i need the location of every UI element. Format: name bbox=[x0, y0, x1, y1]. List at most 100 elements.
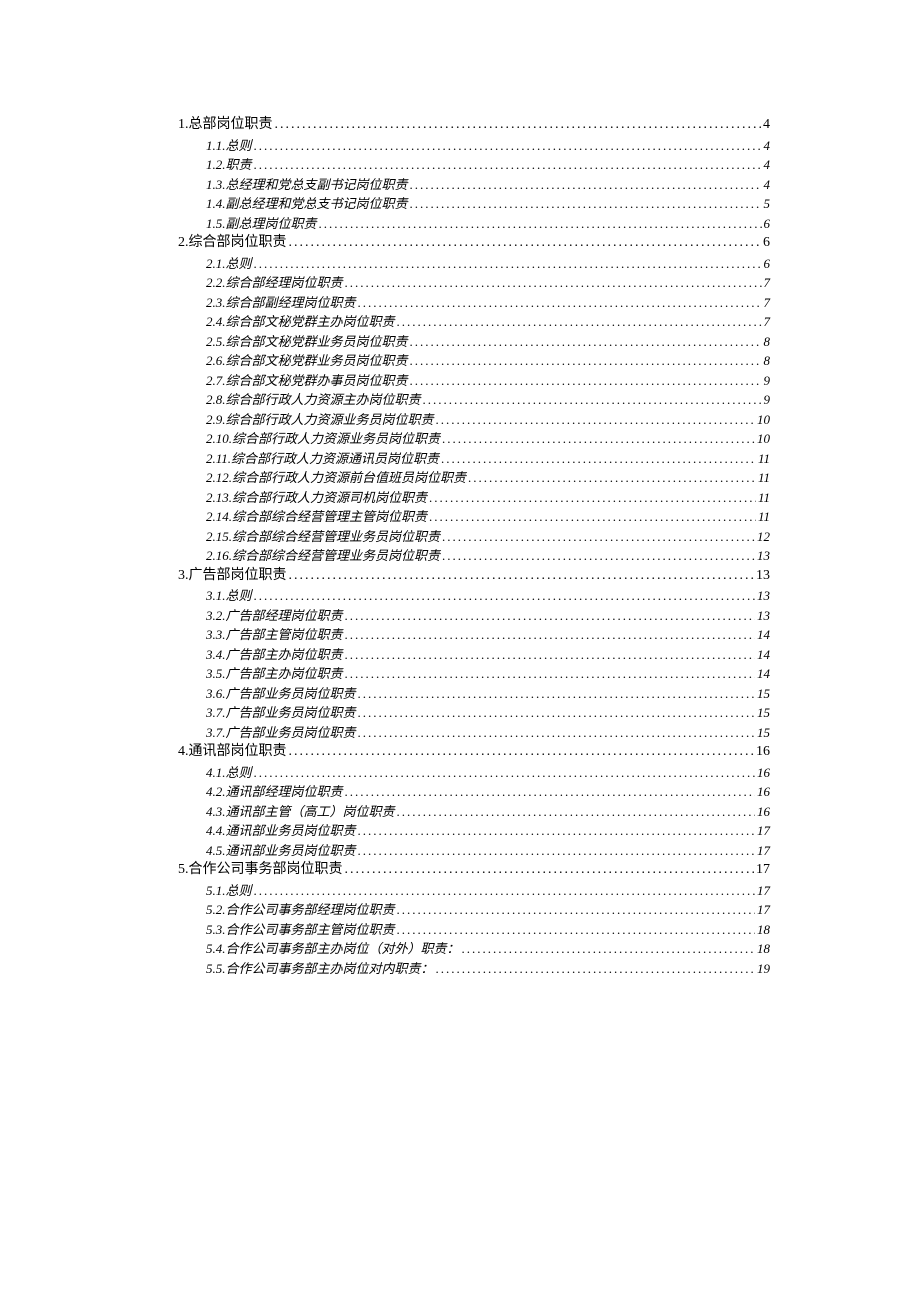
toc-page-number: 16 bbox=[756, 745, 770, 759]
toc-entry[interactable]: 2.10.综合部行政人力资源业务员岗位职责10 bbox=[206, 432, 770, 445]
toc-entry[interactable]: 2.16.综合部综合经营管理业务员岗位职责13 bbox=[206, 549, 770, 562]
toc-entry[interactable]: 4.1.总则16 bbox=[206, 766, 770, 779]
toc-leader-dots bbox=[397, 805, 755, 818]
toc-entry[interactable]: 2.14.综合部综合经营管理主管岗位职责11 bbox=[206, 510, 770, 523]
toc-title: 5.4.合作公司事务部主办岗位（对外）职责： bbox=[206, 942, 460, 955]
toc-page-number: 6 bbox=[763, 236, 770, 250]
toc-entry[interactable]: 2.5.综合部文秘党群业务员岗位职责8 bbox=[206, 335, 770, 348]
toc-entry[interactable]: 3.5.广告部主办岗位职责14 bbox=[206, 667, 770, 680]
toc-leader-dots bbox=[358, 726, 755, 739]
toc-entry[interactable]: 2.1.总则6 bbox=[206, 257, 770, 270]
toc-title: 3.6.广告部业务员岗位职责 bbox=[206, 687, 356, 700]
toc-leader-dots bbox=[410, 374, 762, 387]
toc-entry[interactable]: 2.6.综合部文秘党群业务员岗位职责8 bbox=[206, 354, 770, 367]
toc-title: 2.8.综合部行政人力资源主办岗位职责 bbox=[206, 393, 421, 406]
toc-title: 3.3.广告部主管岗位职责 bbox=[206, 628, 343, 641]
toc-entry[interactable]: 3.广告部岗位职责13 bbox=[178, 569, 770, 583]
toc-entry[interactable]: 2.13.综合部行政人力资源司机岗位职责11 bbox=[206, 491, 770, 504]
toc-leader-dots bbox=[319, 217, 762, 230]
toc-title: 2.15.综合部综合经营管理业务员岗位职责 bbox=[206, 530, 440, 543]
toc-entry[interactable]: 5.4.合作公司事务部主办岗位（对外）职责：18 bbox=[206, 942, 770, 955]
toc-entry[interactable]: 1.4.副总经理和党总支书记岗位职责5 bbox=[206, 197, 770, 210]
toc-entry[interactable]: 2.12.综合部行政人力资源前台值班员岗位职责11 bbox=[206, 471, 770, 484]
toc-leader-dots bbox=[358, 687, 755, 700]
toc-entry[interactable]: 2.7.综合部文秘党群办事员岗位职责9 bbox=[206, 374, 770, 387]
toc-entry[interactable]: 5.3.合作公司事务部主管岗位职责18 bbox=[206, 923, 770, 936]
toc-entry[interactable]: 2.11.综合部行政人力资源通讯员岗位职责11 bbox=[206, 452, 770, 465]
toc-entry[interactable]: 3.1.总则 13 bbox=[206, 589, 770, 602]
toc-page-number: 16 bbox=[757, 785, 770, 798]
toc-page-number: 17 bbox=[757, 884, 770, 897]
toc-title: 3.4.广告部主办岗位职责 bbox=[206, 648, 343, 661]
toc-leader-dots bbox=[254, 589, 755, 602]
toc-page-number: 17 bbox=[756, 863, 770, 877]
toc-leader-dots bbox=[397, 923, 755, 936]
toc-leader-dots bbox=[345, 609, 755, 622]
toc-page-number: 13 bbox=[756, 569, 770, 583]
toc-entry[interactable]: 4.2.通讯部经理岗位职责16 bbox=[206, 785, 770, 798]
toc-entry[interactable]: 4.5.通讯部业务员岗位职责17 bbox=[206, 844, 770, 857]
toc-entry[interactable]: 1.2.职责4 bbox=[206, 158, 770, 171]
toc-leader-dots bbox=[442, 432, 755, 445]
toc-entry[interactable]: 2.4.综合部文秘党群主办岗位职责7 bbox=[206, 315, 770, 328]
toc-leader-dots bbox=[410, 197, 762, 210]
toc-leader-dots bbox=[441, 452, 756, 465]
toc-title: 3.1.总则 bbox=[206, 589, 252, 602]
toc-title: 1.1.总则 bbox=[206, 139, 252, 152]
toc-entry[interactable]: 1.5.副总理岗位职责6 bbox=[206, 217, 770, 230]
toc-page-number: 5 bbox=[764, 197, 771, 210]
toc-entry[interactable]: 5.5.合作公司事务部主办岗位对内职责：19 bbox=[206, 962, 770, 975]
toc-leader-dots bbox=[358, 706, 755, 719]
toc-page-number: 15 bbox=[757, 687, 770, 700]
toc-entry[interactable]: 3.4.广告部主办岗位职责 14 bbox=[206, 648, 770, 661]
toc-entry[interactable]: 3.6.广告部业务员岗位职责 15 bbox=[206, 687, 770, 700]
toc-title: 1.5.副总理岗位职责 bbox=[206, 217, 317, 230]
toc-title: 2.2.综合部经理岗位职责 bbox=[206, 276, 343, 289]
toc-leader-dots bbox=[345, 785, 755, 798]
toc-leader-dots bbox=[442, 549, 755, 562]
toc-entry[interactable]: 3.7.广告部业务员岗位职责 15 bbox=[206, 706, 770, 719]
toc-entry[interactable]: 1.1.总则4 bbox=[206, 139, 770, 152]
toc-page-number: 13 bbox=[757, 589, 770, 602]
toc-entry[interactable]: 2.综合部岗位职责6 bbox=[178, 236, 770, 250]
toc-leader-dots bbox=[358, 824, 755, 837]
toc-entry[interactable]: 3.7.广告部业务员岗位职责15 bbox=[206, 726, 770, 739]
toc-leader-dots bbox=[289, 569, 755, 583]
toc-page-number: 4 bbox=[764, 178, 771, 191]
toc-entry[interactable]: 2.8.综合部行政人力资源主办岗位职责9 bbox=[206, 393, 770, 406]
toc-title: 1.3.总经理和党总支副书记岗位职责 bbox=[206, 178, 408, 191]
toc-entry[interactable]: 2.3.综合部副经理岗位职责7 bbox=[206, 296, 770, 309]
toc-leader-dots bbox=[254, 766, 755, 779]
toc-page-number: 19 bbox=[757, 962, 770, 975]
toc-entry[interactable]: 2.2.综合部经理岗位职责7 bbox=[206, 276, 770, 289]
toc-entry[interactable]: 2.15.综合部综合经营管理业务员岗位职责12 bbox=[206, 530, 770, 543]
toc-title: 4.通讯部岗位职责 bbox=[178, 745, 287, 759]
toc-entry[interactable]: 5.合作公司事务部岗位职责17 bbox=[178, 863, 770, 877]
toc-page-number: 16 bbox=[757, 766, 770, 779]
toc-leader-dots bbox=[345, 276, 762, 289]
toc-leader-dots bbox=[254, 257, 762, 270]
toc-leader-dots bbox=[410, 335, 762, 348]
toc-leader-dots bbox=[462, 942, 755, 955]
toc-leader-dots bbox=[442, 530, 755, 543]
toc-leader-dots bbox=[345, 667, 755, 680]
toc-title: 1.总部岗位职责 bbox=[178, 118, 273, 132]
toc-entry[interactable]: 3.3.广告部主管岗位职责14 bbox=[206, 628, 770, 641]
toc-entry[interactable]: 1.3.总经理和党总支副书记岗位职责 4 bbox=[206, 178, 770, 191]
toc-entry[interactable]: 2.9.综合部行政人力资源业务员岗位职责10 bbox=[206, 413, 770, 426]
toc-page-number: 14 bbox=[757, 648, 770, 661]
toc-page-number: 15 bbox=[757, 706, 770, 719]
toc-title: 3.7.广告部业务员岗位职责 bbox=[206, 706, 356, 719]
toc-page-number: 11 bbox=[758, 491, 770, 504]
toc-entry[interactable]: 4.3.通讯部主管（高工）岗位职责16 bbox=[206, 805, 770, 818]
table-of-contents: 1.总部岗位职责41.1.总则41.2.职责41.3.总经理和党总支副书记岗位职… bbox=[178, 118, 770, 975]
toc-entry[interactable]: 5.2.合作公司事务部经理岗位职责17 bbox=[206, 903, 770, 916]
toc-leader-dots bbox=[429, 510, 756, 523]
toc-entry[interactable]: 3.2.广告部经理岗位职责13 bbox=[206, 609, 770, 622]
toc-entry[interactable]: 4.通讯部岗位职责 16 bbox=[178, 745, 770, 759]
toc-entry[interactable]: 1.总部岗位职责4 bbox=[178, 118, 770, 132]
toc-page-number: 15 bbox=[757, 726, 770, 739]
toc-title: 2.5.综合部文秘党群业务员岗位职责 bbox=[206, 335, 408, 348]
toc-entry[interactable]: 4.4.通讯部业务员岗位职责17 bbox=[206, 824, 770, 837]
toc-entry[interactable]: 5.1.总则17 bbox=[206, 884, 770, 897]
